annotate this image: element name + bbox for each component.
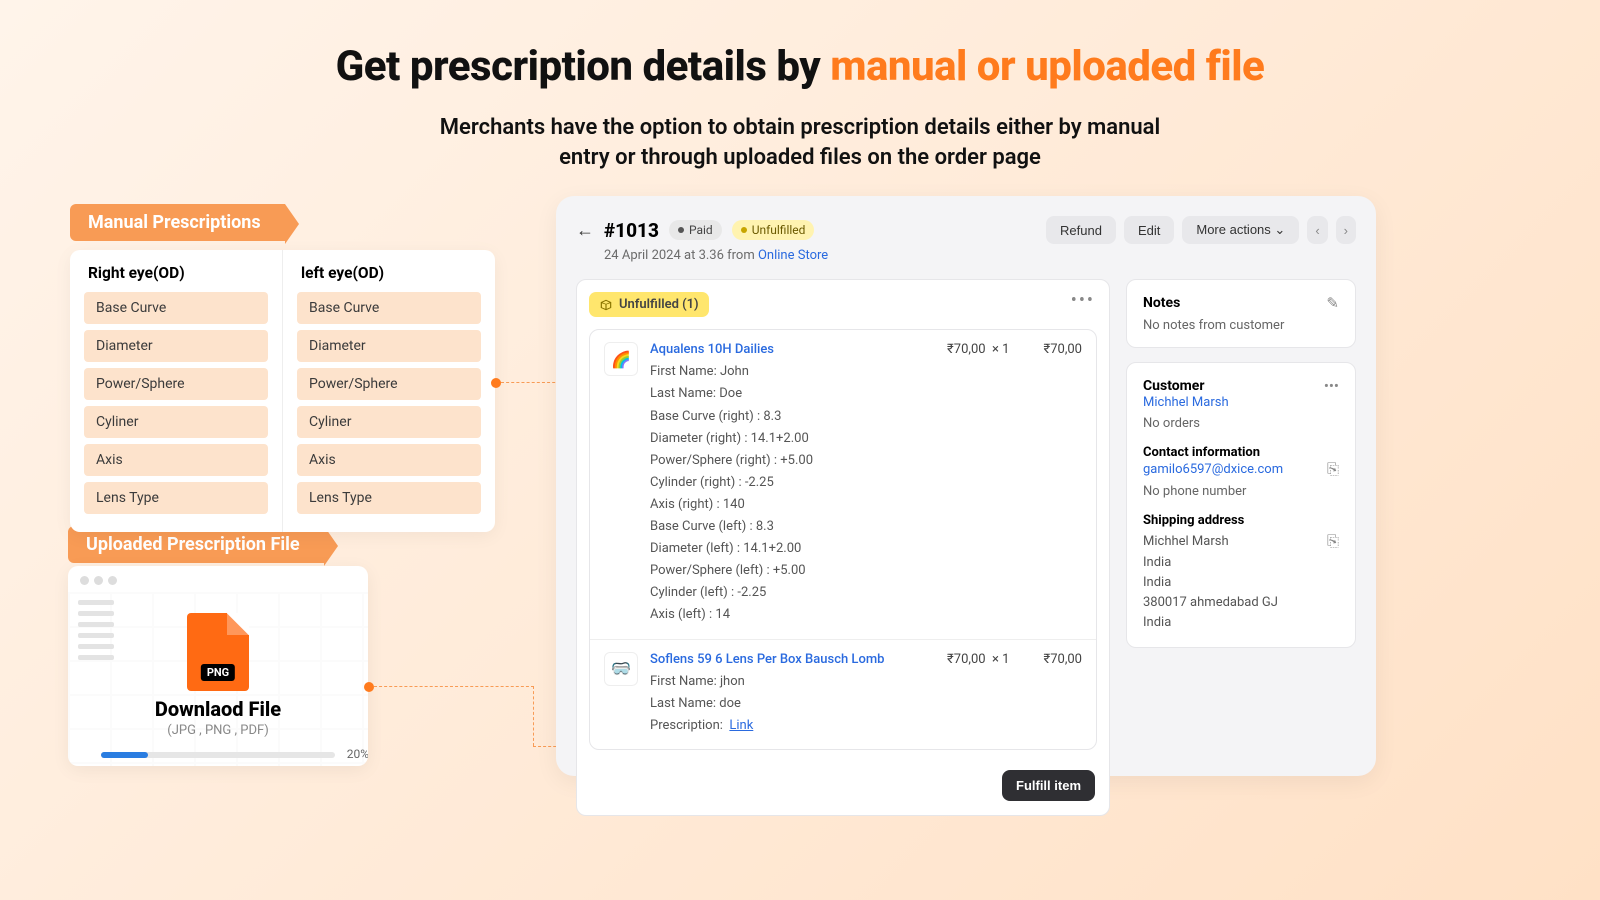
back-arrow-icon[interactable]: ←	[576, 220, 594, 241]
next-order-button[interactable]: ›	[1336, 216, 1356, 244]
order-date: 24 April 2024 at 3.36 from Online Store	[604, 248, 1356, 263]
field-diameter-r[interactable]: Diameter	[84, 330, 268, 362]
clipboard-icon[interactable]: ⎘	[1327, 460, 1339, 478]
flag-manual: Manual Prescriptions	[70, 204, 285, 241]
price: ₹70,00 × 1₹70,00	[947, 652, 1082, 737]
field-lenstype-l[interactable]: Lens Type	[297, 482, 481, 514]
line-item: 🥽 Soflens 59 6 Lens Per Box Bausch Lomb …	[590, 639, 1096, 749]
item-meta: First Name: John Last Name: Doe Base Cur…	[650, 361, 935, 626]
product-thumb: 🌈	[604, 342, 638, 376]
notes-heading: Notes	[1143, 295, 1180, 311]
field-power-l[interactable]: Power/Sphere	[297, 368, 481, 400]
product-thumb: 🥽	[604, 652, 638, 686]
field-axis-l[interactable]: Axis	[297, 444, 481, 476]
file-icon: PNG	[187, 613, 249, 691]
field-base-curve-r[interactable]: Base Curve	[84, 292, 268, 324]
manual-prescription-card: Right eye(OD) Base Curve Diameter Power/…	[70, 250, 495, 532]
product-link[interactable]: Aqualens 10H Dailies	[650, 342, 935, 357]
customer-email[interactable]: gamilo6597@dxice.com	[1143, 462, 1283, 477]
customer-orders: No orders	[1143, 416, 1339, 431]
window-dots	[68, 576, 368, 591]
customer-heading: Customer	[1143, 378, 1204, 394]
connector-dot	[491, 378, 501, 388]
paid-badge: Paid	[669, 220, 722, 240]
unfulfilled-pill: Unfulfilled (1)	[589, 292, 709, 317]
refund-button[interactable]: Refund	[1046, 216, 1116, 244]
file-tag: PNG	[201, 664, 235, 681]
shipping-address: Michhel Marsh India India 380017 ahmedab…	[1143, 532, 1278, 633]
more-icon[interactable]: •••	[1071, 290, 1095, 311]
customer-card: Customer ••• Michhel Marsh No orders Con…	[1126, 362, 1356, 648]
prev-order-button[interactable]: ‹	[1307, 216, 1327, 244]
notes-body: No notes from customer	[1143, 318, 1339, 333]
edit-button[interactable]: Edit	[1124, 216, 1174, 244]
fulfill-item-button[interactable]: Fulfill item	[1002, 770, 1095, 801]
clipboard-icon[interactable]: ⎘	[1327, 532, 1339, 633]
shipping-heading: Shipping address	[1143, 513, 1339, 528]
pencil-icon[interactable]: ✎	[1326, 294, 1339, 312]
left-eye-heading: left eye(OD)	[297, 264, 481, 282]
order-panel: ← #1013 Paid Unfulfilled Refund Edit Mor…	[556, 196, 1376, 776]
fulfillment-card: ••• Unfulfilled (1) 🌈 Aqualens 10H Daili…	[576, 279, 1110, 815]
contact-heading: Contact information	[1143, 445, 1339, 460]
more-actions-button[interactable]: More actions ⌄	[1182, 216, 1299, 244]
box-icon	[599, 298, 613, 312]
field-cylinder-r[interactable]: Cyliner	[84, 406, 268, 438]
notes-card: Notes ✎ No notes from customer	[1126, 279, 1356, 348]
field-power-r[interactable]: Power/Sphere	[84, 368, 268, 400]
page-title: Get prescription details by manual or up…	[0, 42, 1600, 91]
online-store-link[interactable]: Online Store	[758, 248, 828, 263]
progress-bar: 20%	[101, 752, 335, 758]
field-lenstype-r[interactable]: Lens Type	[84, 482, 268, 514]
customer-phone: No phone number	[1143, 484, 1339, 499]
prescription-link[interactable]: Link	[729, 718, 753, 733]
chevron-down-icon: ⌄	[1274, 222, 1285, 237]
connector-line	[533, 686, 534, 746]
field-diameter-l[interactable]: Diameter	[297, 330, 481, 362]
customer-link[interactable]: Michhel Marsh	[1143, 395, 1339, 410]
order-id: #1013	[604, 219, 659, 242]
field-axis-r[interactable]: Axis	[84, 444, 268, 476]
connector-line	[374, 686, 534, 687]
progress-label: 20%	[347, 747, 368, 761]
title-accent: manual or uploaded file	[830, 42, 1264, 91]
field-cylinder-l[interactable]: Cyliner	[297, 406, 481, 438]
item-meta: First Name: jhon Last Name: doe Prescrip…	[650, 671, 935, 737]
line-item: 🌈 Aqualens 10H Dailies First Name: John …	[590, 330, 1096, 638]
product-link[interactable]: Soflens 59 6 Lens Per Box Bausch Lomb	[650, 652, 935, 667]
more-icon[interactable]: •••	[1324, 377, 1339, 395]
price: ₹70,00 × 1₹70,00	[947, 342, 1082, 626]
unfulfilled-badge: Unfulfilled	[732, 220, 815, 240]
page-subtitle: Merchants have the option to obtain pres…	[0, 113, 1600, 172]
connector-dot	[364, 682, 374, 692]
right-eye-heading: Right eye(OD)	[84, 264, 268, 282]
title-lead: Get prescription details by	[336, 42, 831, 91]
formats-text: (JPG , PNG , PDF)	[68, 723, 368, 738]
upload-card: PNG Downlaod File (JPG , PNG , PDF) 20%	[68, 566, 368, 766]
download-file-title[interactable]: Downlaod File	[68, 697, 368, 721]
field-base-curve-l[interactable]: Base Curve	[297, 292, 481, 324]
